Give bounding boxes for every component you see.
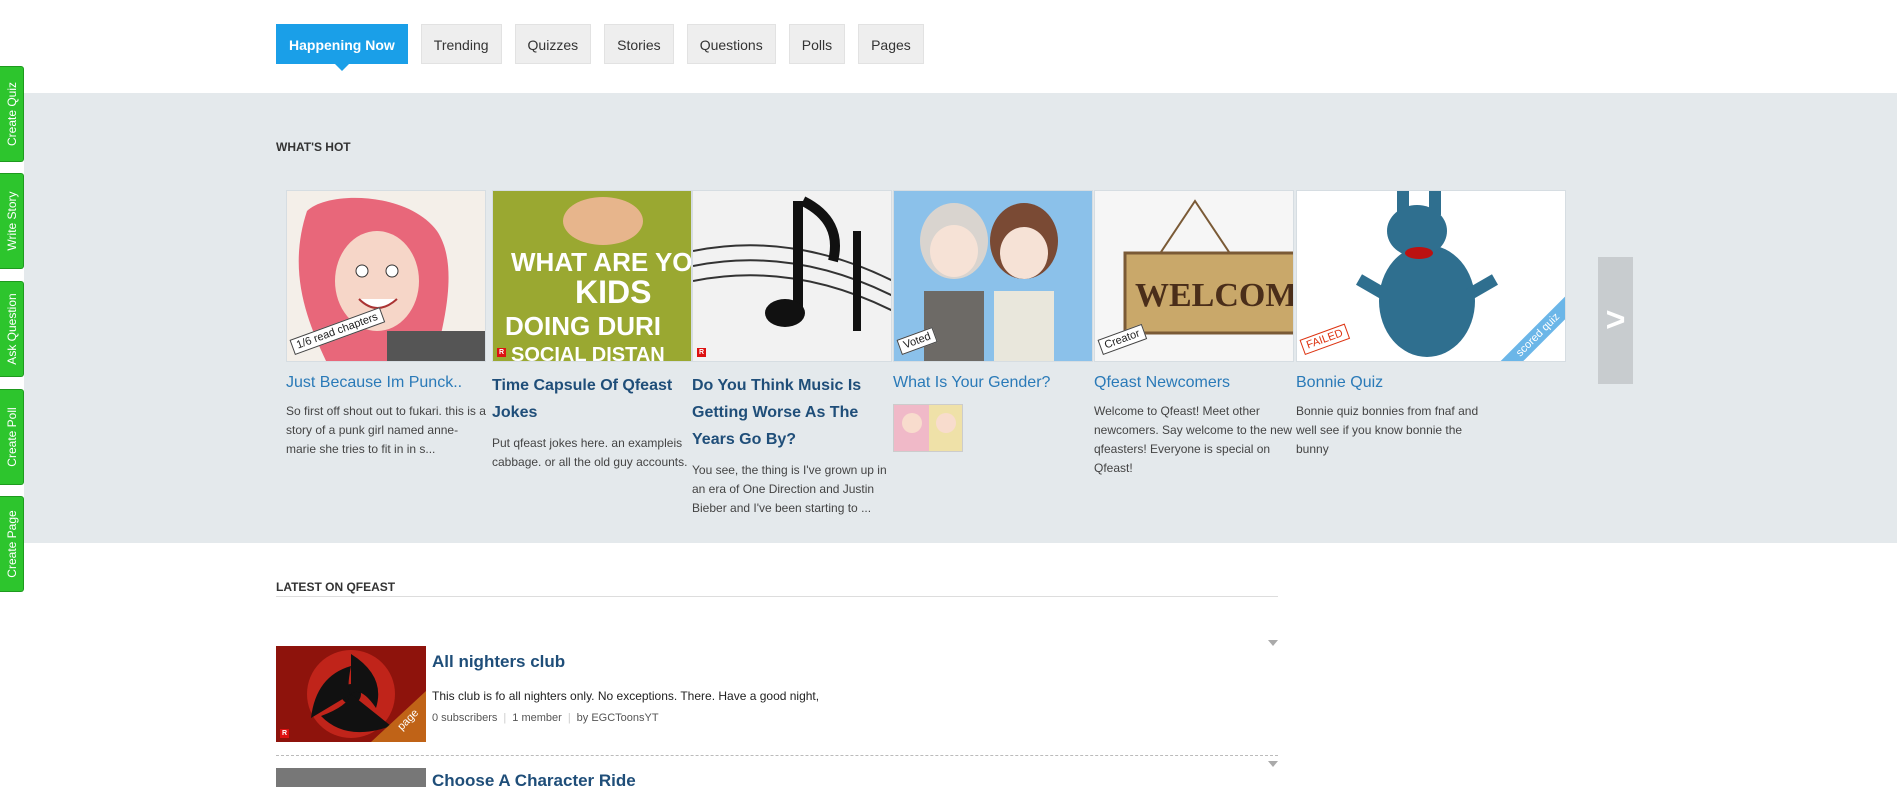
card-title[interactable]: Just Because Im Punck.. <box>286 372 486 394</box>
whats-hot-title: WHAT'S HOT <box>276 140 351 154</box>
member-count: 1 member <box>512 712 562 724</box>
poster-line-2: KIDS <box>575 274 651 310</box>
rating-icon: R <box>280 729 289 738</box>
rating-icon: R <box>497 348 506 357</box>
tab-pages[interactable]: Pages <box>858 24 924 64</box>
item-description: This club is fo all nighters only. No ex… <box>432 689 820 703</box>
rating-icon: R <box>697 348 706 357</box>
card-title[interactable]: Qfeast Newcomers <box>1094 372 1294 394</box>
card-description: You see, the thing is I've grown up in a… <box>692 463 887 515</box>
tab-questions[interactable]: Questions <box>686 24 776 64</box>
poll-thumbnail-image <box>894 405 962 451</box>
card-image[interactable]: WELCOM Creator <box>1094 190 1294 362</box>
card-title[interactable]: What Is Your Gender? <box>893 372 1093 394</box>
item-thumbnail[interactable] <box>276 768 426 787</box>
section-divider <box>276 596 1278 597</box>
card-description: Put qfeast jokes here. an exampleis cabb… <box>492 436 688 469</box>
hot-card-3[interactable]: R Do You Think Music Is Getting Worse As… <box>692 190 892 518</box>
content-tabs: Happening Now Trending Quizzes Stories Q… <box>276 24 924 71</box>
poster-line-1: WHAT ARE YO <box>511 247 692 277</box>
create-page-label: Create Page <box>4 510 19 578</box>
music-notes-image <box>693 191 891 361</box>
tab-stories[interactable]: Stories <box>604 24 674 64</box>
meta-separator: | <box>567 712 571 724</box>
tab-polls[interactable]: Polls <box>788 24 846 64</box>
write-story-label: Write Story <box>4 191 19 251</box>
item-title[interactable]: All nighters club <box>432 652 565 672</box>
hot-card-1[interactable]: 1/6 read chapters Just Because Im Punck.… <box>286 190 486 459</box>
card-image[interactable]: FAILED scored quiz <box>1296 190 1566 362</box>
poster-line-4: SOCIAL DISTAN <box>511 344 665 362</box>
card-description: Bonnie quiz bonnies from fnaf and well s… <box>1296 404 1479 456</box>
item-title[interactable]: Choose A Character Ride <box>432 771 636 787</box>
hot-card-4[interactable]: Voted What Is Your Gender? <box>893 190 1093 452</box>
item-author[interactable]: by EGCToonsYT <box>577 712 659 724</box>
ask-question-button[interactable]: Ask Question <box>0 281 24 377</box>
list-item[interactable]: page R All nighters club This club is fo… <box>276 640 1278 742</box>
create-quiz-button[interactable]: Create Quiz <box>0 66 24 162</box>
chevron-down-icon[interactable] <box>1268 761 1278 767</box>
card-title[interactable]: Do You Think Music Is Getting Worse As T… <box>692 372 892 453</box>
item-divider <box>276 755 1278 756</box>
card-image[interactable]: WHAT ARE YO KIDS DOING DURI SOCIAL DISTA… <box>492 190 692 362</box>
item-thumbnail[interactable]: page R <box>276 646 426 742</box>
item-meta: 0 subscribers | 1 member | by EGCToonsYT <box>432 712 659 724</box>
card-description: So first off shout out to fukari. this i… <box>286 404 486 456</box>
hot-card-5[interactable]: WELCOM Creator Qfeast Newcomers Welcome … <box>1094 190 1294 478</box>
poster-line-3: DOING DURI <box>505 311 661 341</box>
sign-text: WELCOM <box>1135 277 1294 314</box>
card-title[interactable]: Time Capsule Of Qfeast Jokes <box>492 372 692 426</box>
chevron-down-icon[interactable] <box>1268 640 1278 646</box>
create-poll-button[interactable]: Create Poll <box>0 389 24 485</box>
create-quiz-label: Create Quiz <box>4 81 19 147</box>
meta-separator: | <box>503 712 507 724</box>
carousel-next-button[interactable]: > <box>1598 257 1633 384</box>
poll-option-thumbnail[interactable] <box>893 404 963 452</box>
tab-trending[interactable]: Trending <box>420 24 502 64</box>
kids-poster-image: WHAT ARE YO KIDS DOING DURI SOCIAL DISTA… <box>493 191 692 362</box>
hot-card-2[interactable]: WHAT ARE YO KIDS DOING DURI SOCIAL DISTA… <box>492 190 692 472</box>
list-item[interactable]: Choose A Character Ride <box>276 768 1278 787</box>
create-page-button[interactable]: Create Page <box>0 496 24 592</box>
ask-question-label: Ask Question <box>4 293 19 365</box>
latest-title: LATEST ON QFEAST <box>276 580 396 594</box>
write-story-button[interactable]: Write Story <box>0 173 24 269</box>
card-image[interactable]: R <box>692 190 892 362</box>
card-image[interactable]: Voted <box>893 190 1093 362</box>
hot-card-6[interactable]: FAILED scored quiz Bonnie Quiz Bonnie qu… <box>1296 190 1566 459</box>
create-poll-label: Create Poll <box>4 407 19 467</box>
tab-quizzes[interactable]: Quizzes <box>514 24 592 64</box>
card-description: Welcome to Qfeast! Meet other newcomers.… <box>1094 404 1293 475</box>
subscriber-count: 0 subscribers <box>432 712 498 724</box>
card-image[interactable]: 1/6 read chapters <box>286 190 486 362</box>
tab-happening-now[interactable]: Happening Now <box>276 24 408 71</box>
card-title[interactable]: Bonnie Quiz <box>1296 372 1566 394</box>
